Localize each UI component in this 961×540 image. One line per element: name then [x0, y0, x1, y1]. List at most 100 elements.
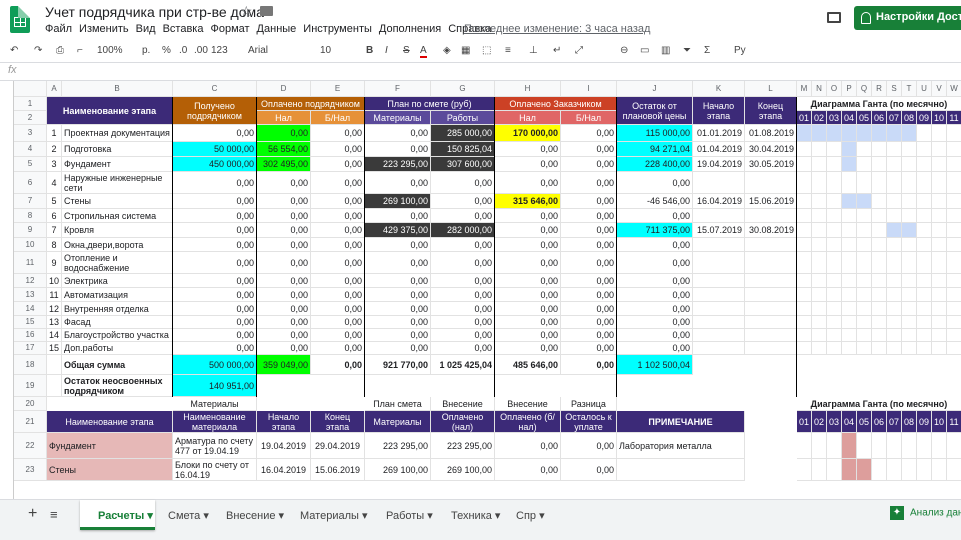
sheet-tab[interactable]: Расчеты ▾ [80, 500, 155, 530]
stage-number[interactable]: 11 [47, 288, 62, 302]
spreadsheet-grid[interactable]: A B C D E F G H I J K L M N O P Q R S T U V W 1 2 3 4 5 6 7 8 9 10 11 12 13… [0, 81, 961, 499]
gantt-cell[interactable] [932, 172, 947, 194]
plan-materials-value[interactable]: 0,00 [365, 302, 431, 316]
gantt-cell[interactable] [872, 316, 887, 329]
gantt-cell[interactable] [902, 329, 917, 342]
gantt-cell[interactable] [947, 433, 961, 459]
section-deposit-label-2[interactable]: Внесение [495, 397, 561, 411]
customer-noncash-value[interactable]: 0,00 [561, 209, 617, 223]
remain-value[interactable]: 0,00 [617, 274, 693, 288]
row-header[interactable]: 23 [14, 459, 47, 481]
column-header[interactable]: B [62, 81, 173, 97]
gantt-cell[interactable] [947, 209, 961, 223]
gantt-cell[interactable] [872, 223, 887, 238]
gantt-cell[interactable] [812, 125, 827, 142]
customer-noncash-value[interactable]: 0,00 [561, 302, 617, 316]
zoom-select[interactable]: 100% [97, 45, 123, 56]
plan-works-value[interactable]: 150 825,04 [431, 142, 495, 157]
mat-cash[interactable]: 269 100,00 [431, 459, 495, 481]
customer-cash-value[interactable]: 0,00 [495, 157, 561, 172]
gantt-cell[interactable] [872, 302, 887, 316]
gantt-cell[interactable] [797, 342, 812, 355]
stage-number[interactable]: 9 [47, 252, 62, 274]
gantt-cell[interactable] [842, 342, 857, 355]
plan-materials-value[interactable]: 0,00 [365, 342, 431, 355]
end-date[interactable]: 01.08.2019 [745, 125, 797, 142]
column-header[interactable]: S [887, 81, 902, 97]
paid-noncash-value[interactable]: 0,00 [311, 342, 365, 355]
gantt-cell[interactable] [902, 274, 917, 288]
gantt-cell[interactable] [887, 288, 902, 302]
gantt-cell[interactable] [932, 209, 947, 223]
end-date[interactable] [745, 238, 797, 252]
gantt-cell[interactable] [827, 238, 842, 252]
gantt-cell[interactable] [947, 172, 961, 194]
stage-number[interactable]: 14 [47, 329, 62, 342]
row-header[interactable]: 1 [14, 97, 47, 111]
plan-works-value[interactable]: 307 600,00 [431, 157, 495, 172]
customer-noncash-value[interactable]: 0,00 [561, 316, 617, 329]
stage-name[interactable]: Проектная документация [62, 125, 173, 142]
star-icon[interactable]: ☆ [240, 3, 253, 20]
header-end[interactable]: Конец этапа [745, 97, 797, 125]
gantt-cell[interactable] [857, 157, 872, 172]
customer-cash-value[interactable]: 0,00 [495, 238, 561, 252]
gantt-month[interactable]: 03 [827, 111, 842, 125]
received-value[interactable]: 0,00 [173, 238, 257, 252]
customer-noncash-value[interactable]: 0,00 [561, 194, 617, 209]
cell[interactable] [47, 375, 62, 397]
paid-cash-value[interactable]: 0,00 [257, 274, 311, 288]
gantt-month[interactable]: 06 [872, 111, 887, 125]
gantt-month[interactable]: 09 [917, 111, 932, 125]
remain-value[interactable]: -46 546,00 [617, 194, 693, 209]
gantt-cell[interactable] [902, 125, 917, 142]
customer-cash-value[interactable]: 0,00 [495, 288, 561, 302]
gantt-cell[interactable] [902, 223, 917, 238]
received-value[interactable]: 0,00 [173, 302, 257, 316]
remain-value[interactable]: 228 400,00 [617, 157, 693, 172]
gantt-cell[interactable] [857, 302, 872, 316]
customer-noncash-value[interactable]: 0,00 [561, 342, 617, 355]
column-header[interactable]: R [872, 81, 887, 97]
gantt-cell[interactable] [797, 194, 812, 209]
gantt-cell[interactable] [902, 172, 917, 194]
received-value[interactable]: 0,00 [173, 316, 257, 329]
mat-header-name[interactable]: Наименование этапа [47, 411, 173, 433]
header-works[interactable]: Работы [431, 111, 495, 125]
paid-cash-value[interactable]: 0,00 [257, 223, 311, 238]
remain-value[interactable]: 115 000,00 [617, 125, 693, 142]
gantt-cell[interactable] [917, 194, 932, 209]
mat-stage-name[interactable]: Стены [47, 459, 173, 481]
document-title[interactable]: Учет подрядчика при стр-ве дома [45, 4, 264, 20]
plan-materials-value[interactable]: 269 100,00 [365, 194, 431, 209]
end-date[interactable] [745, 302, 797, 316]
gantt-cell[interactable] [887, 125, 902, 142]
gantt-month-2[interactable]: 03 [827, 411, 842, 433]
plan-materials-value[interactable]: 429 375,00 [365, 223, 431, 238]
gantt-cell[interactable] [917, 288, 932, 302]
gantt-cell[interactable] [917, 459, 932, 481]
stage-name[interactable]: Стены [62, 194, 173, 209]
stage-name[interactable]: Отопление и водоснабжение [62, 252, 173, 274]
remain-value[interactable]: 0,00 [617, 238, 693, 252]
gantt-cell[interactable] [947, 252, 961, 274]
gantt-cell[interactable] [812, 459, 827, 481]
gantt-cell[interactable] [932, 316, 947, 329]
gantt-cell[interactable] [857, 274, 872, 288]
increase-decimal-button[interactable]: .00 [194, 45, 208, 56]
gantt-cell[interactable] [902, 342, 917, 355]
customer-cash-value[interactable]: 0,00 [495, 274, 561, 288]
paid-cash-value[interactable]: 0,00 [257, 172, 311, 194]
header-paid-contractor[interactable]: Оплачено подрядчиком [257, 97, 365, 111]
gantt-cell[interactable] [812, 329, 827, 342]
gantt-cell[interactable] [932, 125, 947, 142]
font-size-select[interactable]: 10 [320, 45, 331, 56]
stage-number[interactable]: 7 [47, 223, 62, 238]
menu-3[interactable]: Вставка [163, 23, 204, 35]
start-date[interactable] [693, 302, 745, 316]
gantt-cell[interactable] [887, 209, 902, 223]
gantt-cell[interactable] [797, 223, 812, 238]
customer-cash-value[interactable]: 0,00 [495, 172, 561, 194]
received-value[interactable]: 0,00 [173, 288, 257, 302]
gantt-cell[interactable] [842, 157, 857, 172]
